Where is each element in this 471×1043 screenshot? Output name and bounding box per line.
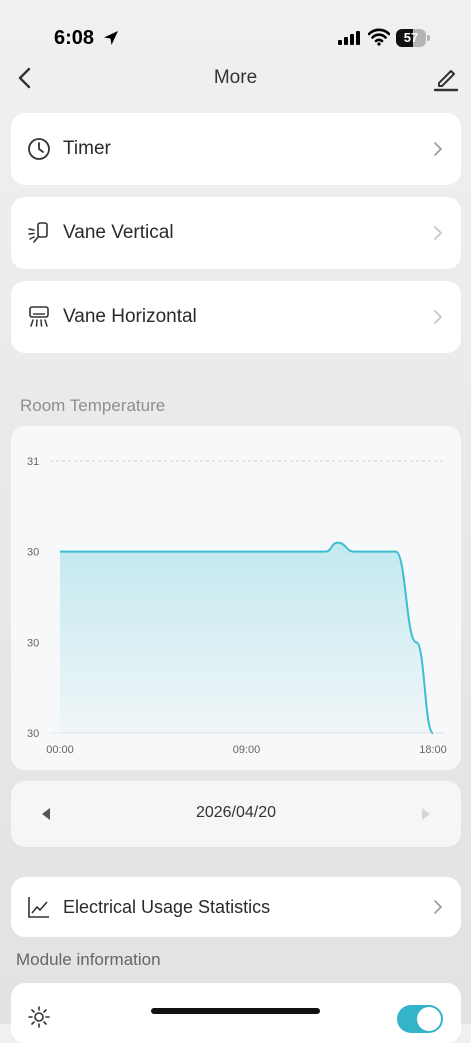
pen-icon	[433, 64, 459, 92]
chevron-right-icon	[433, 899, 443, 915]
x-tick-label: 09:00	[233, 744, 261, 756]
line-chart-icon	[27, 895, 51, 919]
temperature-chart-svg: 31 30 30 30 00:00 09:00 18:00	[11, 426, 461, 770]
vane-horizontal-row[interactable]: Vane Horizontal	[11, 281, 461, 353]
triangle-right-icon[interactable]	[421, 807, 431, 821]
x-tick-label: 18:00	[419, 744, 447, 756]
battery-indicator: 57	[396, 29, 430, 47]
electrical-usage-label: Electrical Usage Statistics	[63, 897, 270, 918]
y-tick-label: 30	[27, 728, 39, 740]
date-label: 2026/04/20	[11, 804, 461, 822]
battery-percent: 57	[396, 30, 426, 45]
vane-vertical-icon	[27, 221, 51, 245]
status-time: 6:08	[54, 27, 94, 50]
date-navigator: 2026/04/20	[11, 781, 461, 847]
vane-horizontal-icon	[27, 305, 51, 329]
chevron-right-icon	[433, 309, 443, 325]
sun-icon	[27, 1005, 51, 1029]
vane-vertical-label: Vane Vertical	[63, 222, 174, 244]
home-indicator	[151, 1008, 320, 1014]
chevron-right-icon	[433, 225, 443, 241]
cellular-signal-icon	[338, 31, 362, 45]
edit-button[interactable]	[433, 64, 459, 92]
page-title: More	[0, 67, 471, 89]
room-temperature-title: Room Temperature	[20, 396, 165, 416]
x-tick-label: 00:00	[46, 744, 74, 756]
toggle-knob	[417, 1007, 441, 1031]
wifi-icon	[368, 28, 390, 46]
location-arrow-icon	[102, 29, 120, 47]
nav-bar: More	[0, 56, 471, 100]
timer-row[interactable]: Timer	[11, 113, 461, 185]
timer-label: Timer	[63, 138, 111, 160]
vane-vertical-row[interactable]: Vane Vertical	[11, 197, 461, 269]
temperature-area	[60, 543, 433, 733]
electrical-usage-row[interactable]: Electrical Usage Statistics	[11, 877, 461, 937]
room-temperature-chart: 31 30 30 30 00:00 09:00 18:00	[11, 426, 461, 770]
y-tick-label: 30	[27, 637, 39, 649]
vane-horizontal-label: Vane Horizontal	[63, 306, 197, 328]
chevron-right-icon	[433, 141, 443, 157]
module-info-title: Module information	[16, 950, 161, 970]
module-toggle[interactable]	[397, 1005, 443, 1033]
y-tick-label: 31	[27, 456, 39, 468]
y-tick-label: 30	[27, 547, 39, 559]
clock-icon	[27, 137, 51, 161]
